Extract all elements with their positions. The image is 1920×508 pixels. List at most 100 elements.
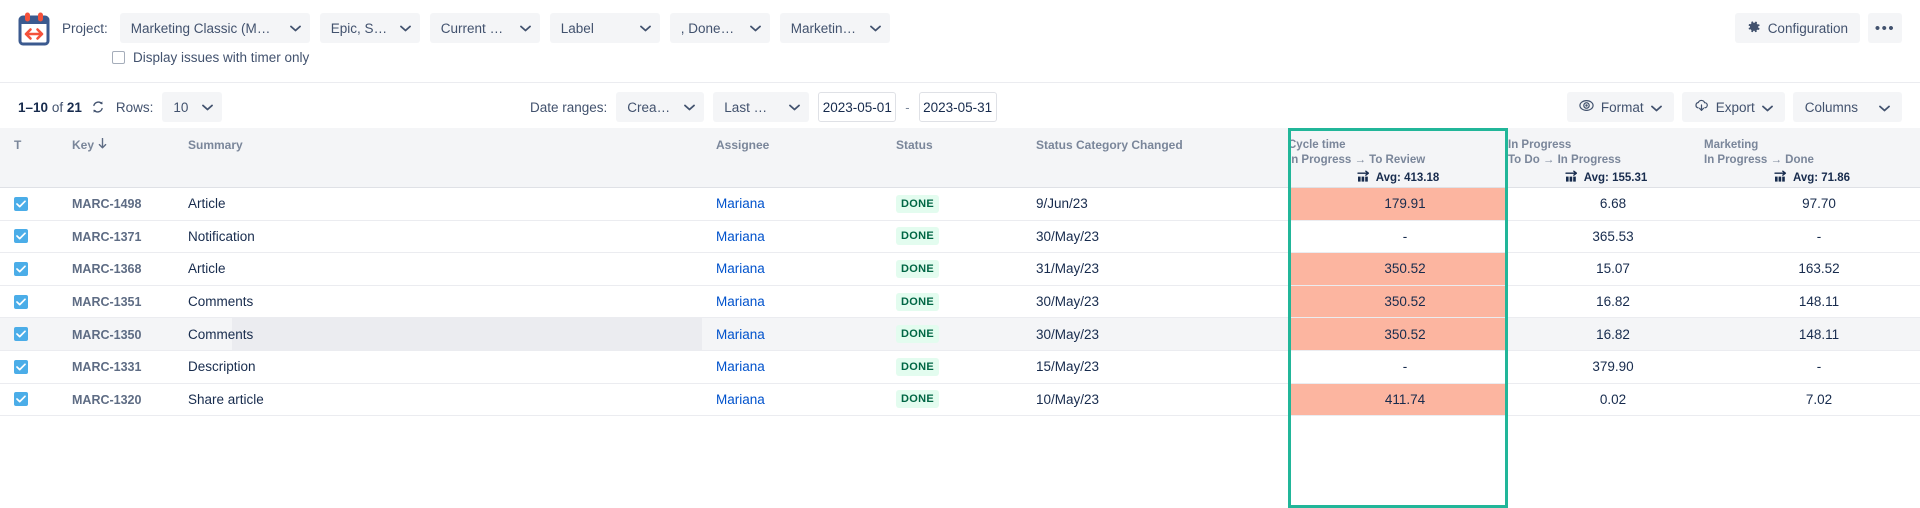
- issue-summary-cell[interactable]: Comments: [174, 317, 702, 351]
- column-header-assignee[interactable]: Assignee: [702, 128, 882, 188]
- row-checkbox[interactable]: [14, 229, 28, 244]
- issue-key-cell[interactable]: MARC-1368: [58, 252, 174, 286]
- date-to-input[interactable]: 2023-05-31: [918, 92, 997, 122]
- format-button[interactable]: Format: [1566, 92, 1674, 122]
- issue-assignee-cell[interactable]: Mariana: [702, 285, 882, 319]
- result-count: 1–10 of 21: [18, 100, 82, 115]
- row-select-cell[interactable]: [0, 220, 58, 254]
- issue-assignee-cell[interactable]: Mariana: [702, 220, 882, 254]
- row-checkbox[interactable]: [14, 261, 28, 276]
- cycle-time-cell: 350.52: [1288, 317, 1508, 351]
- issue-key-cell[interactable]: MARC-1371: [58, 220, 174, 254]
- date-field-select[interactable]: Created: [616, 92, 705, 122]
- project-select[interactable]: Marketing Classic (MARC): [119, 13, 310, 43]
- column-header-assignee-label: Assignee: [716, 138, 770, 152]
- more-actions-button[interactable]: •••: [1868, 13, 1902, 43]
- issue-summary-cell[interactable]: Comments: [174, 285, 702, 319]
- table-row[interactable]: MARC-1350 Comments Mariana DONE 30/May/23 350…: [0, 317, 1920, 351]
- assignee-link[interactable]: Mariana: [716, 327, 765, 342]
- columns-button[interactable]: Columns: [1792, 92, 1902, 122]
- marketing-cell: 148.11: [1704, 317, 1920, 351]
- configuration-button[interactable]: Configuration: [1734, 13, 1860, 43]
- issue-key-link[interactable]: MARC-1498: [72, 197, 141, 211]
- export-button[interactable]: Export: [1681, 92, 1785, 122]
- row-checkbox[interactable]: [14, 294, 28, 309]
- issue-key-cell[interactable]: MARC-1331: [58, 350, 174, 384]
- label-select[interactable]: Label: [549, 13, 660, 43]
- issue-key-link[interactable]: MARC-1371: [72, 230, 141, 244]
- column-header-in-progress[interactable]: In Progress To Do → In Progress Avg: 155…: [1508, 128, 1704, 188]
- issue-summary-cell[interactable]: Notification: [174, 220, 702, 254]
- issue-key-link[interactable]: MARC-1351: [72, 295, 141, 309]
- row-select-cell[interactable]: [0, 187, 58, 221]
- issue-assignee-cell[interactable]: Mariana: [702, 350, 882, 384]
- column-header-marketing[interactable]: Marketing In Progress → Done Avg: 71.86: [1704, 128, 1920, 188]
- in-progress-title: In Progress: [1508, 139, 1572, 151]
- row-select-cell[interactable]: [0, 252, 58, 286]
- issue-assignee-cell[interactable]: Mariana: [702, 187, 882, 221]
- status-select[interactable]: , Done, In Pro...: [669, 13, 770, 43]
- status-category-changed-cell: 30/May/23: [1022, 285, 1288, 319]
- issues-table: T Key Summary Assignee Status Status Cat…: [0, 128, 1920, 417]
- row-checkbox[interactable]: [14, 196, 28, 211]
- column-header-key[interactable]: Key: [58, 128, 174, 188]
- issue-key-cell[interactable]: MARC-1498: [58, 187, 174, 221]
- refresh-icon[interactable]: [91, 100, 105, 114]
- in-progress-average-label: Avg: 155.31: [1583, 172, 1648, 184]
- issue-assignee-cell[interactable]: Mariana: [702, 252, 882, 286]
- column-header-status[interactable]: Status: [882, 128, 1022, 188]
- issue-key-cell[interactable]: MARC-1351: [58, 285, 174, 319]
- row-select-cell[interactable]: [0, 285, 58, 319]
- status-badge: DONE: [896, 227, 939, 246]
- cycle-time-cell: -: [1288, 220, 1508, 254]
- date-from-input[interactable]: 2023-05-01: [818, 92, 897, 122]
- user-select[interactable]: Current User: [429, 13, 540, 43]
- table-row[interactable]: MARC-1320 Share article Mariana DONE 10/May/…: [0, 383, 1920, 417]
- table-row[interactable]: MARC-1371 Notification Mariana DONE 30/May/2…: [0, 220, 1920, 254]
- assignee-link[interactable]: Mariana: [716, 229, 765, 244]
- table-row[interactable]: MARC-1351 Comments Mariana DONE 30/May/23 350…: [0, 285, 1920, 319]
- top-filter-bar: Project: Marketing Classic (MARC) Epic, …: [0, 0, 1920, 82]
- issue-assignee-cell[interactable]: Mariana: [702, 317, 882, 351]
- row-checkbox[interactable]: [14, 359, 28, 374]
- status-badge: DONE: [896, 194, 939, 213]
- issue-summary-cell[interactable]: Article: [174, 187, 702, 221]
- cycle-time-cell: -: [1288, 350, 1508, 384]
- issue-summary-cell[interactable]: Description: [174, 350, 702, 384]
- cycle-time-title: Cycle time: [1288, 139, 1346, 151]
- row-checkbox[interactable]: [14, 392, 28, 407]
- column-header-status-category-changed[interactable]: Status Category Changed: [1022, 128, 1288, 188]
- chevron-down-icon: [869, 25, 881, 32]
- display-timer-only-checkbox[interactable]: [112, 51, 125, 64]
- issue-summary-cell[interactable]: Share article: [174, 383, 702, 417]
- row-checkbox[interactable]: [14, 327, 28, 342]
- column-header-type[interactable]: T: [0, 128, 58, 188]
- column-header-summary[interactable]: Summary: [174, 128, 702, 188]
- row-select-cell[interactable]: [0, 383, 58, 417]
- assignee-link[interactable]: Mariana: [716, 196, 765, 211]
- issue-assignee-cell[interactable]: Mariana: [702, 383, 882, 417]
- issue-key-link[interactable]: MARC-1320: [72, 393, 141, 407]
- issue-key-link[interactable]: MARC-1350: [72, 328, 141, 342]
- assignee-link[interactable]: Mariana: [716, 392, 765, 407]
- row-select-cell[interactable]: [0, 317, 58, 351]
- column-header-cycle-time[interactable]: Cycle time In Progress → To Review Avg: …: [1288, 128, 1508, 188]
- issue-summary-cell[interactable]: Article: [174, 252, 702, 286]
- sprint-select[interactable]: Marketing-94, ...: [779, 13, 890, 43]
- table-row[interactable]: MARC-1498 Article Mariana DONE 9/Jun/23 179.9…: [0, 187, 1920, 221]
- assignee-link[interactable]: Mariana: [716, 294, 765, 309]
- date-period-select[interactable]: Last month: [713, 92, 810, 122]
- issue-key-link[interactable]: MARC-1368: [72, 262, 141, 276]
- assignee-link[interactable]: Mariana: [716, 359, 765, 374]
- table-row[interactable]: MARC-1368 Article Mariana DONE 31/May/23 350.…: [0, 252, 1920, 286]
- issue-key-link[interactable]: MARC-1331: [72, 360, 141, 374]
- table-row[interactable]: MARC-1331 Description Mariana DONE 15/May/23…: [0, 350, 1920, 384]
- issue-key-cell[interactable]: MARC-1320: [58, 383, 174, 417]
- issue-key-cell[interactable]: MARC-1350: [58, 317, 174, 351]
- issuetype-select[interactable]: Epic, Story, Ta...: [319, 13, 420, 43]
- status-badge: DONE: [896, 357, 939, 376]
- assignee-link[interactable]: Mariana: [716, 261, 765, 276]
- row-select-cell[interactable]: [0, 350, 58, 384]
- rows-select[interactable]: 10: [162, 92, 223, 122]
- status-select-value: , Done, In Pro...: [680, 20, 738, 36]
